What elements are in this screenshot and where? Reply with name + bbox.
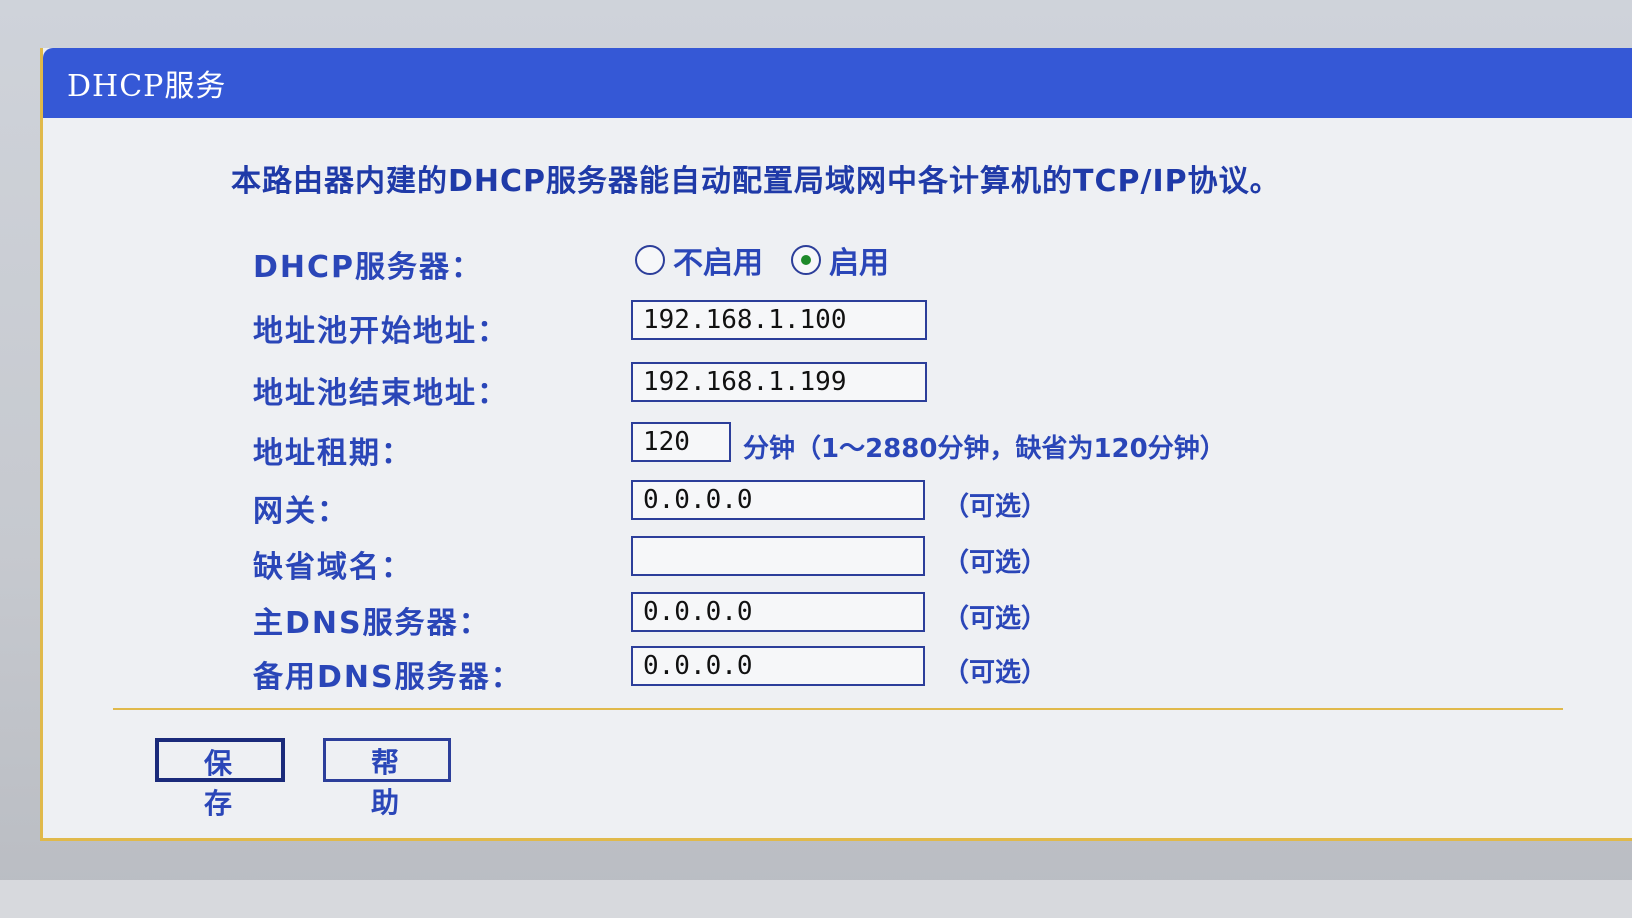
- primary-dns-label: 主DNS服务器：: [253, 606, 491, 641]
- pool-end-input[interactable]: [631, 362, 927, 402]
- radio-disable[interactable]: 不启用: [635, 238, 763, 282]
- dhcp-panel: DHCP服务 本路由器内建的DHCP服务器能自动配置局域网中各计算机的TCP/I…: [40, 48, 1632, 841]
- divider: [113, 708, 1563, 710]
- lease-input[interactable]: [631, 422, 731, 462]
- radio-enable-label: 启用: [829, 246, 889, 281]
- radio-enable[interactable]: 启用: [791, 238, 889, 282]
- row-pool-end: 地址池结束地址：: [43, 362, 1603, 411]
- radio-disable-label: 不启用: [673, 246, 763, 281]
- row-domain: 缺省域名： （可选）: [43, 536, 1603, 585]
- bottom-bar: [0, 880, 1632, 918]
- primary-dns-input[interactable]: [631, 592, 925, 632]
- dhcp-server-radio-group: 不启用 启用: [635, 238, 889, 282]
- row-pool-start: 地址池开始地址：: [43, 300, 1603, 349]
- secondary-dns-label: 备用DNS服务器：: [253, 660, 523, 695]
- radio-disable-circle[interactable]: [635, 245, 665, 275]
- domain-optional-hint: （可选）: [943, 548, 1048, 578]
- row-gateway: 网关： （可选）: [43, 480, 1603, 529]
- gateway-label: 网关：: [253, 494, 349, 529]
- gateway-optional-hint: （可选）: [943, 492, 1048, 522]
- page-title: DHCP服务: [67, 69, 227, 104]
- dhcp-server-label: DHCP服务器：: [253, 250, 484, 285]
- pool-start-label: 地址池开始地址：: [253, 314, 509, 349]
- primary-dns-optional-hint: （可选）: [943, 604, 1048, 634]
- save-button[interactable]: 保存: [155, 738, 285, 820]
- row-primary-dns: 主DNS服务器： （可选）: [43, 592, 1603, 641]
- help-button[interactable]: 帮助: [323, 738, 451, 819]
- gateway-input[interactable]: [631, 480, 925, 520]
- lease-unit-hint: 分钟（1～2880分钟，缺省为120分钟）: [743, 434, 1226, 464]
- secondary-dns-optional-hint: （可选）: [943, 658, 1048, 688]
- row-dhcp-server: DHCP服务器： 不启用 启用: [43, 236, 1603, 285]
- secondary-dns-input[interactable]: [631, 646, 925, 686]
- row-secondary-dns: 备用DNS服务器： （可选）: [43, 646, 1603, 695]
- domain-label: 缺省域名：: [253, 550, 413, 585]
- row-lease: 地址租期： 分钟（1～2880分钟，缺省为120分钟）: [43, 422, 1603, 471]
- pool-end-label: 地址池结束地址：: [253, 376, 509, 411]
- lease-label: 地址租期：: [253, 436, 413, 471]
- radio-enable-circle[interactable]: [791, 245, 821, 275]
- title-bar: DHCP服务: [43, 48, 1632, 118]
- pool-start-input[interactable]: [631, 300, 927, 340]
- domain-input[interactable]: [631, 536, 925, 576]
- intro-text: 本路由器内建的DHCP服务器能自动配置局域网中各计算机的TCP/IP协议。: [231, 164, 1281, 199]
- screen: DHCP服务 本路由器内建的DHCP服务器能自动配置局域网中各计算机的TCP/I…: [0, 0, 1632, 918]
